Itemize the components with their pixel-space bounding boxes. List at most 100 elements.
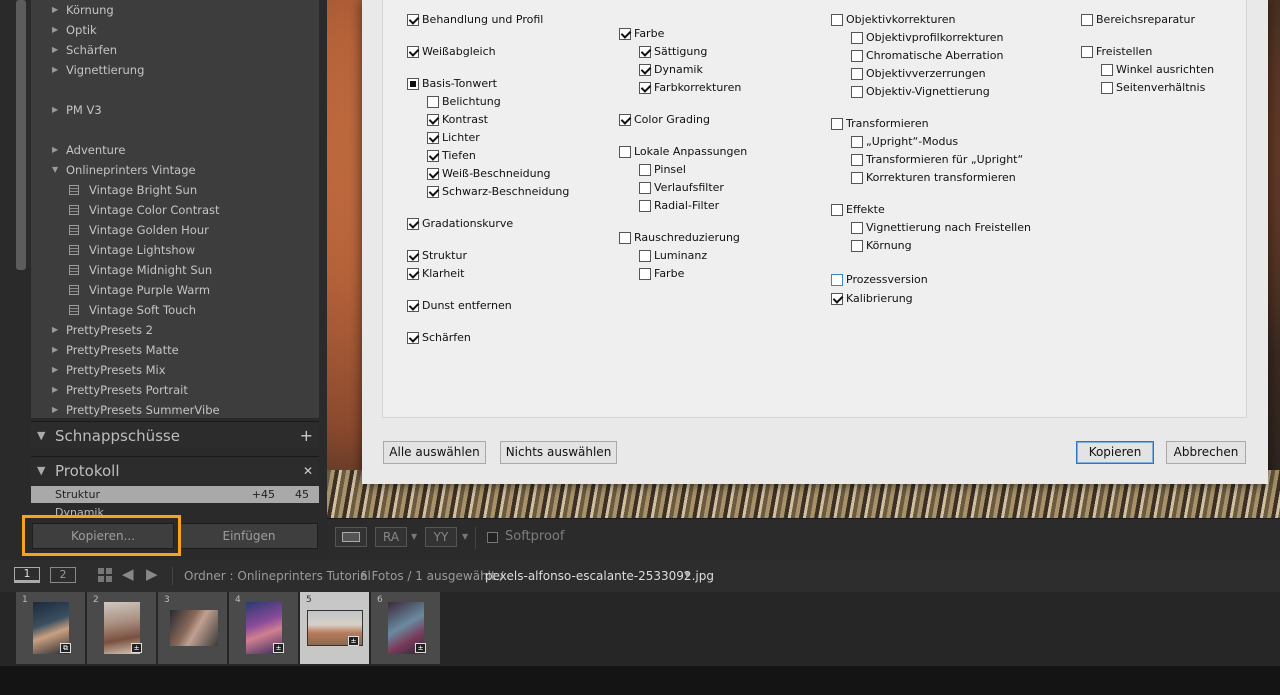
preset-icon	[69, 185, 79, 195]
snapshots-panel-header[interactable]: ▼ Schnappschüsse +	[31, 421, 319, 449]
thumbnail-cell[interactable]: 3	[158, 592, 228, 664]
checkbox-icon[interactable]	[639, 250, 651, 262]
preset-group[interactable]: ▶ Adventure	[31, 140, 319, 160]
checkbox-icon[interactable]	[619, 28, 631, 40]
checkbox-icon[interactable]	[851, 222, 863, 234]
preset-group[interactable]: ▶ PM V3	[31, 100, 319, 120]
checkbox-icon[interactable]	[639, 64, 651, 76]
collapse-triangle-icon: ▼	[37, 429, 46, 442]
checkbox-icon[interactable]	[407, 332, 419, 344]
primary-window-button[interactable]: 1	[14, 567, 40, 583]
select-none-button[interactable]: Nichts auswählen	[500, 441, 617, 464]
checkbox-icon[interactable]	[407, 14, 419, 26]
checkbox-icon[interactable]	[851, 86, 863, 98]
paste-settings-button[interactable]: Einfügen	[180, 523, 318, 549]
checkbox-icon[interactable]	[639, 46, 651, 58]
thumbnail-cell[interactable]: 4 ±	[229, 592, 299, 664]
checkbox-icon[interactable]	[851, 240, 863, 252]
preset-item[interactable]: Vintage Bright Sun	[31, 180, 319, 200]
forward-arrow-icon[interactable]: ▶	[146, 565, 158, 583]
checkbox-icon[interactable]	[851, 172, 863, 184]
back-arrow-icon[interactable]: ◀	[122, 565, 134, 583]
checkbox-icon[interactable]	[851, 50, 863, 62]
checkbox-icon[interactable]	[831, 14, 843, 26]
checkbox-icon[interactable]	[427, 132, 439, 144]
softproof-checkbox[interactable]	[487, 532, 498, 543]
checkbox-icon[interactable]	[831, 274, 843, 286]
checkbox-icon[interactable]	[831, 118, 843, 130]
history-panel-header[interactable]: ▼ Protokoll ✕	[31, 456, 319, 484]
checkbox-icon[interactable]	[407, 250, 419, 262]
preset-group[interactable]: ▶ Vignettierung	[31, 60, 319, 80]
copy-button-highlight	[22, 515, 181, 556]
checkbox-icon[interactable]	[831, 293, 843, 305]
preset-group[interactable]: ▶ Schärfen	[31, 40, 319, 60]
checkbox-icon[interactable]	[427, 96, 439, 108]
checkbox-icon[interactable]	[427, 150, 439, 162]
preset-item[interactable]: Vintage Soft Touch	[31, 300, 319, 320]
checkbox-icon[interactable]	[407, 268, 419, 280]
filename-label[interactable]: pexels-alfonso-escalante-2533092.jpg	[485, 569, 714, 583]
checkbox-icon[interactable]	[619, 146, 631, 158]
preset-group[interactable]: ▶ PrettyPresets 2	[31, 320, 319, 340]
dropdown-arrow-icon[interactable]: ▼	[462, 532, 468, 541]
setting-label: Farbe	[634, 27, 665, 40]
checkbox-icon[interactable]	[831, 204, 843, 216]
checkbox-icon[interactable]	[407, 218, 419, 230]
preset-group[interactable]: ▶ PrettyPresets Mix	[31, 360, 319, 380]
checkbox-icon[interactable]	[851, 154, 863, 166]
checkbox-icon[interactable]	[427, 168, 439, 180]
preset-item[interactable]: Vintage Purple Warm	[31, 280, 319, 300]
thumbnail-cell-selected[interactable]: 5 ±	[300, 592, 370, 664]
preset-item[interactable]: Vintage Lightshow	[31, 240, 319, 260]
checkbox-icon[interactable]	[407, 46, 419, 58]
checkbox-icon[interactable]	[639, 268, 651, 280]
checkbox-icon[interactable]	[407, 78, 419, 90]
checkbox-icon[interactable]	[619, 232, 631, 244]
checkbox-icon[interactable]	[639, 182, 651, 194]
checkbox-icon[interactable]	[1101, 82, 1113, 94]
secondary-window-button[interactable]: 2	[50, 567, 76, 583]
checkbox-icon[interactable]	[639, 82, 651, 94]
thumbnail-cell[interactable]: 6 ±	[371, 592, 441, 664]
checkbox-icon[interactable]	[619, 114, 631, 126]
left-scrollbar[interactable]	[16, 0, 26, 270]
preset-group[interactable]: ▶ PrettyPresets Matte	[31, 340, 319, 360]
dropdown-arrow-icon[interactable]: ▼	[411, 532, 417, 541]
folder-label[interactable]: Ordner : Onlineprinters Tutorial	[184, 569, 371, 583]
dialog-copy-button[interactable]: Kopieren	[1076, 441, 1154, 464]
grid-view-icon[interactable]	[98, 568, 112, 582]
checkbox-icon[interactable]	[407, 300, 419, 312]
clear-history-icon[interactable]: ✕	[303, 457, 313, 485]
checkbox-icon[interactable]	[639, 164, 651, 176]
preset-group-open[interactable]: ▼ Onlineprinters Vintage	[31, 160, 319, 180]
checkbox-icon[interactable]	[851, 32, 863, 44]
checkbox-icon[interactable]	[427, 186, 439, 198]
filename-dropdown-icon[interactable]: ▼	[684, 570, 690, 579]
loupe-view-icon[interactable]	[335, 527, 367, 547]
checkbox-icon[interactable]	[851, 68, 863, 80]
select-all-button[interactable]: Alle auswählen	[383, 441, 486, 464]
before-after-ra-icon[interactable]: RA	[375, 527, 407, 547]
preset-item[interactable]: Vintage Midnight Sun	[31, 260, 319, 280]
expand-triangle-icon: ▶	[52, 25, 59, 34]
preset-group[interactable]: ▶ PrettyPresets Portrait	[31, 380, 319, 400]
before-after-yy-icon[interactable]: YY	[425, 527, 457, 547]
checkbox-icon[interactable]	[1101, 64, 1113, 76]
dialog-cancel-button[interactable]: Abbrechen	[1166, 441, 1246, 464]
checkbox-icon[interactable]	[851, 136, 863, 148]
checkbox-icon[interactable]	[1081, 46, 1093, 58]
add-snapshot-icon[interactable]: +	[300, 422, 313, 450]
history-row[interactable]: Struktur +45 45	[31, 486, 319, 503]
checkbox-icon[interactable]	[427, 114, 439, 126]
setting-label: Tiefen	[442, 149, 476, 162]
thumbnail-cell[interactable]: 1 ⧉	[16, 592, 86, 664]
preset-item[interactable]: Vintage Color Contrast	[31, 200, 319, 220]
preset-item[interactable]: Vintage Golden Hour	[31, 220, 319, 240]
preset-group[interactable]: ▶ Körnung	[31, 0, 319, 20]
checkbox-icon[interactable]	[639, 200, 651, 212]
preset-group[interactable]: ▶ Optik	[31, 20, 319, 40]
preset-group[interactable]: ▶ PrettyPresets SummerVibe	[31, 400, 319, 420]
checkbox-icon[interactable]	[1081, 14, 1093, 26]
thumbnail-cell[interactable]: 2 ±	[87, 592, 157, 664]
